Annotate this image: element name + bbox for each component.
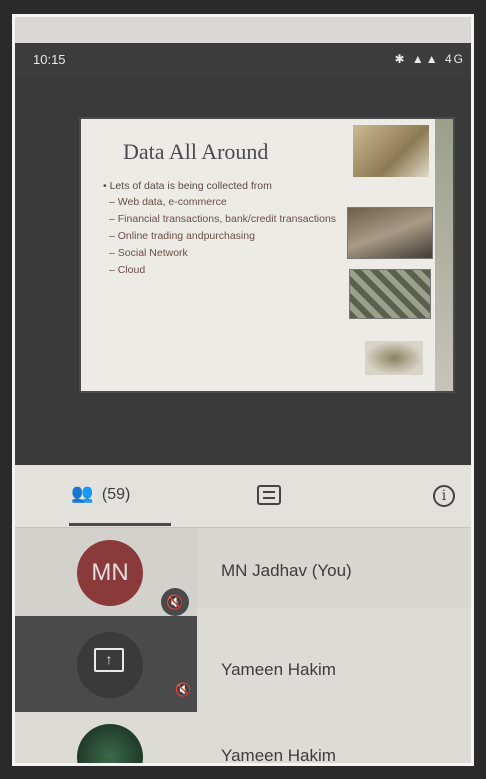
status-icons: ✱ ▲▲ 4G (394, 52, 465, 66)
slide-bullet: • Lets of data is being collected from (103, 180, 272, 192)
participant-name: Yameen Hakim (221, 746, 336, 765)
avatar: ↑ (77, 632, 143, 698)
slide-title: Data All Around (123, 139, 269, 164)
slide-sub-bullet: – Social Network (109, 247, 188, 259)
tab-bar: 👥 (59) i (15, 465, 471, 528)
slide-image-finance (347, 207, 433, 259)
slide-image-chart (353, 125, 429, 177)
presentation-area: Data All Around • Lets of data is being … (15, 77, 471, 465)
top-edge (15, 17, 471, 43)
slide-sub-bullet: – Online trading andpurchasing (109, 230, 255, 242)
participant-name: MN Jadhav (You) (221, 561, 352, 580)
slide-edge (435, 119, 453, 391)
slide-sub-bullet: – Web data, e-commerce (109, 196, 227, 208)
tab-selected-indicator (69, 523, 171, 526)
status-time: 10:15 (33, 52, 66, 67)
participant-row[interactable]: ↑ 🔇 Yameen Hakim (15, 616, 471, 712)
chat-icon[interactable] (257, 485, 281, 505)
present-screen-icon: ↑ (94, 648, 124, 672)
phone-screen: 10:15 ✱ ▲▲ 4G Data All Around • Lets of … (12, 14, 474, 766)
people-count: (59) (101, 486, 131, 503)
mic-off-icon: 🔇 (175, 682, 192, 697)
status-bar: 10:15 ✱ ▲▲ 4G (15, 43, 471, 77)
participant-tile: ⋮⋮ (15, 708, 197, 763)
slide-sub-bullet: – Cloud (109, 264, 146, 276)
participant-row[interactable]: MN 🔇 MN Jadhav (You) (15, 528, 471, 616)
bluetooth-icon: ✱ (394, 52, 407, 66)
slide-sub-bullet: – Financial transactions, bank/credit tr… (109, 213, 337, 225)
avatar: MN (77, 540, 143, 606)
participant-list: MN 🔇 MN Jadhav (You) ↑ 🔇 Yameen Hakim ⋮⋮… (15, 528, 471, 765)
shared-slide: Data All Around • Lets of data is being … (81, 119, 453, 391)
tab-people[interactable]: 👥 (59) (71, 483, 130, 504)
mic-off-icon: 🔇 (161, 588, 189, 616)
participant-tile: MN 🔇 (15, 528, 197, 616)
people-icon: 👥 (71, 483, 94, 503)
participant-tile: ↑ 🔇 (15, 616, 197, 712)
avatar (77, 724, 143, 763)
info-icon[interactable]: i (433, 485, 455, 507)
slide-image-keyboard (349, 269, 431, 319)
participant-row[interactable]: ⋮⋮ Yameen Hakim (15, 708, 471, 765)
slide-bullets: • Lets of data is being collected from –… (103, 179, 343, 280)
participant-name: Yameen Hakim (221, 660, 336, 679)
network-label: 4G (444, 52, 465, 66)
slide-image-network (365, 341, 423, 375)
signal-icon: ▲▲ (411, 52, 440, 66)
